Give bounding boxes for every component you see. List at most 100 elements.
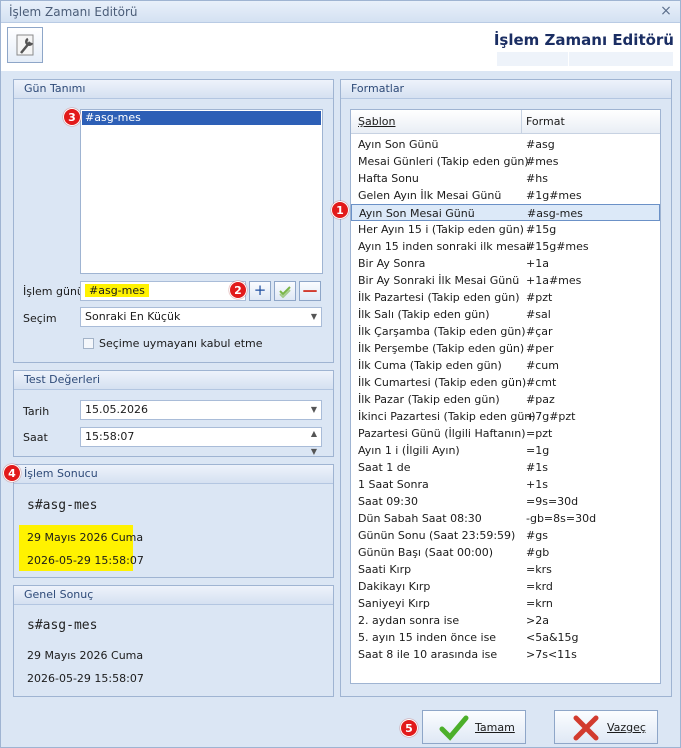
header-strip: [569, 52, 674, 66]
cell-sablon: Ayın 15 inden sonraki ilk mesai: [358, 240, 530, 253]
islem-sonucu-datetime: 2026-05-29 15:58:07: [27, 554, 144, 567]
header-panel: İşlem Zamanı Editörü: [1, 23, 680, 71]
table-row[interactable]: Saat 1 de #1s: [351, 459, 660, 476]
tarih-input[interactable]: 15.05.2026 ▼: [80, 400, 322, 420]
table-row[interactable]: Ayın 1 i (İlgili Ayın) =1g: [351, 442, 660, 459]
annotation-badge: 1: [331, 201, 349, 219]
saat-input[interactable]: 15:58:07 ▲ ▼: [80, 427, 322, 456]
cancel-button-label: Vazgeç: [607, 721, 646, 734]
cancel-button[interactable]: Vazgeç: [554, 710, 658, 744]
cell-format: #mes: [526, 155, 559, 168]
column-header-format[interactable]: Format: [526, 115, 565, 128]
table-row[interactable]: 5. ayın 15 inden önce ise <5a&15g: [351, 629, 660, 646]
cell-sablon: Ayın Son Mesai Günü: [359, 207, 475, 220]
remove-button[interactable]: —: [299, 281, 321, 301]
title-bar: İşlem Zamanı Editörü ×: [1, 1, 680, 23]
table-row[interactable]: Dün Sabah Saat 08:30 -gb=8s=30d: [351, 510, 660, 527]
window-title: İşlem Zamanı Editörü: [9, 5, 138, 19]
islem-sonucu-expression: s#asg-mes: [27, 498, 98, 513]
table-row[interactable]: Günün Sonu (Saat 23:59:59) #gs: [351, 527, 660, 544]
table-row[interactable]: 1 Saat Sonra +1s: [351, 476, 660, 493]
cell-format: #15g: [526, 223, 557, 236]
table-row[interactable]: İlk Salı (Takip eden gün) #sal: [351, 306, 660, 323]
cell-sablon: Saniyeyi Kırp: [358, 597, 430, 610]
cell-sablon: Pazartesi Günü (İlgili Haftanın): [358, 427, 526, 440]
cell-format: #asg-mes: [527, 207, 583, 220]
cell-format: #gs: [526, 529, 548, 542]
checkmark-icon: [439, 715, 469, 741]
cell-format: #cmt: [526, 376, 557, 389]
table-row[interactable]: Bir Ay Sonraki İlk Mesai Günü +1a#mes: [351, 272, 660, 289]
table-row[interactable]: Saat 8 ile 10 arasında ise >7s<11s: [351, 646, 660, 663]
cell-sablon: İlk Salı (Takip eden gün): [358, 308, 490, 321]
islem-gunu-input[interactable]: #asg-mes: [80, 281, 246, 301]
cell-sablon: Hafta Sonu: [358, 172, 419, 185]
cell-format: =1g: [526, 444, 550, 457]
kabul-checkbox[interactable]: [83, 338, 94, 349]
islem-sonucu-title: İşlem Sonucu: [14, 465, 333, 484]
cell-format: +1s: [526, 478, 548, 491]
table-row[interactable]: Saniyeyi Kırp =krn: [351, 595, 660, 612]
cell-sablon: Günün Sonu (Saat 23:59:59): [358, 529, 516, 542]
cell-format: <5a&15g: [526, 631, 579, 644]
cell-sablon: Saat 8 ile 10 arasında ise: [358, 648, 498, 661]
cell-format: #15g#mes: [526, 240, 589, 253]
genel-sonuc-title: Genel Sonuç: [14, 586, 333, 605]
table-row[interactable]: İlk Perşembe (Takip eden gün) #per: [351, 340, 660, 357]
list-item[interactable]: #asg-mes: [82, 111, 321, 125]
cell-sablon: Dün Sabah Saat 08:30: [358, 512, 482, 525]
table-row[interactable]: Dakikayı Kırp =krd: [351, 578, 660, 595]
secim-select[interactable]: Sonraki En Küçük ▼: [80, 307, 322, 327]
table-row[interactable]: İlk Pazartesi (Takip eden gün) #pzt: [351, 289, 660, 306]
table-row[interactable]: İlk Cuma (Takip eden gün) #cum: [351, 357, 660, 374]
table-row[interactable]: İlk Pazar (Takip eden gün) #paz: [351, 391, 660, 408]
spinner-icon[interactable]: ▲ ▼: [311, 425, 317, 461]
cell-sablon: İlk Çarşamba (Takip eden gün): [358, 325, 526, 338]
table-row[interactable]: Ayın Son Mesai Günü #asg-mes: [351, 204, 660, 221]
cell-format: +1a#mes: [526, 274, 582, 287]
gun-tanimi-title: Gün Tanımı: [14, 80, 333, 99]
chevron-down-icon: ▼: [310, 312, 317, 321]
table-row[interactable]: Ayın 15 inden sonraki ilk mesai #15g#mes: [351, 238, 660, 255]
header-strip: [497, 52, 569, 66]
table-row[interactable]: Ayın Son Günü #asg: [351, 136, 660, 153]
apply-button[interactable]: [274, 281, 296, 301]
table-row[interactable]: İkinci Pazartesi (Takip eden gün) +7g#pzt: [351, 408, 660, 425]
grid-header: Şablon Format: [351, 110, 660, 134]
cell-sablon: Mesai Günleri (Takip eden gün): [358, 155, 529, 168]
table-row[interactable]: Günün Başı (Saat 00:00) #gb: [351, 544, 660, 561]
cell-sablon: Ayın 1 i (İlgili Ayın): [358, 444, 460, 457]
add-button[interactable]: +: [249, 281, 271, 301]
tool-button[interactable]: [7, 27, 43, 63]
cell-sablon: İlk Perşembe (Takip eden gün): [358, 342, 525, 355]
cell-sablon: 2. aydan sonra ise: [358, 614, 460, 627]
test-degerleri-title: Test Değerleri: [14, 371, 333, 390]
column-header-sablon[interactable]: Şablon: [358, 115, 395, 128]
annotation-badge: 5: [400, 719, 418, 737]
day-definition-list[interactable]: #asg-mes: [80, 109, 323, 274]
table-row[interactable]: Hafta Sonu #hs: [351, 170, 660, 187]
table-row[interactable]: Bir Ay Sonra +1a: [351, 255, 660, 272]
table-row[interactable]: İlk Cumartesi (Takip eden gün) #cmt: [351, 374, 660, 391]
table-row[interactable]: Gelen Ayın İlk Mesai Günü #1g#mes: [351, 187, 660, 204]
saat-label: Saat: [23, 431, 48, 444]
table-row[interactable]: Pazartesi Günü (İlgili Haftanın) =pzt: [351, 425, 660, 442]
ok-button[interactable]: Tamam: [422, 710, 526, 744]
wrench-icon: [16, 34, 34, 56]
format-grid[interactable]: Şablon Format Ayın Son Günü #asg Mesai Gün…: [350, 109, 661, 684]
table-row[interactable]: İlk Çarşamba (Takip eden gün) #çar: [351, 323, 660, 340]
table-row[interactable]: Her Ayın 15 i (Takip eden gün) #15g: [351, 221, 660, 238]
cell-format: =krd: [526, 580, 553, 593]
table-row[interactable]: Saati Kırp =krs: [351, 561, 660, 578]
table-row[interactable]: 2. aydan sonra ise >2a: [351, 612, 660, 629]
tarih-value: 15.05.2026: [85, 403, 148, 416]
cell-sablon: Gelen Ayın İlk Mesai Günü: [358, 189, 502, 202]
table-row[interactable]: Mesai Günleri (Takip eden gün) #mes: [351, 153, 660, 170]
chevron-down-icon: ▼: [310, 405, 317, 414]
islem-sonucu-date: 29 Mayıs 2026 Cuma: [27, 531, 144, 544]
annotation-badge: 3: [63, 108, 81, 126]
close-icon[interactable]: ×: [658, 3, 674, 19]
secim-value: Sonraki En Küçük: [85, 310, 181, 323]
table-row[interactable]: Saat 09:30 =9s=30d: [351, 493, 660, 510]
cell-format: #pzt: [526, 291, 553, 304]
